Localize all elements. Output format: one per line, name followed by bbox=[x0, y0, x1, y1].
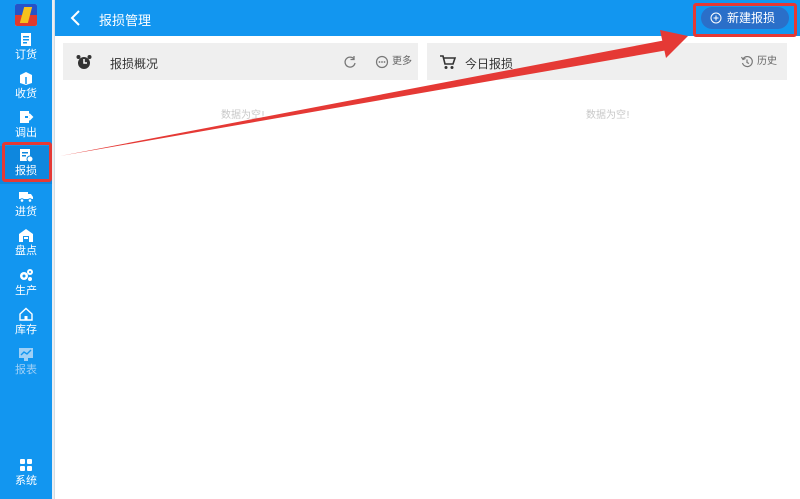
box-icon bbox=[20, 72, 32, 85]
panel-today-title: 今日报损 bbox=[465, 57, 514, 71]
sidebar-item-inventory-check[interactable]: 盘点 bbox=[0, 226, 52, 264]
page-title: 报损管理 bbox=[99, 14, 152, 29]
sidebar-item-label: 进货 bbox=[15, 205, 37, 218]
header-bar: 报损管理 新建报损 bbox=[55, 0, 800, 37]
sidebar-item-label: 订货 bbox=[15, 48, 37, 61]
export-icon bbox=[20, 111, 34, 123]
sidebar-item-report[interactable]: 报表 bbox=[0, 345, 52, 383]
main-area: 报损管理 新建报损 报损概况 更多 数据为空! 今日报损 历史 数据为空! bbox=[54, 0, 800, 499]
sidebar-item-receive[interactable]: 收货 bbox=[0, 69, 52, 107]
sidebar: 订货 收货 调出 报损 进货 盘点 生产 库存 报表 系统 bbox=[0, 0, 52, 499]
more-label: 更多 bbox=[392, 56, 412, 67]
sidebar-item-label: 生产 bbox=[15, 284, 37, 297]
panel-overview-empty: 数据为空! bbox=[221, 110, 266, 121]
sidebar-item-system[interactable]: 系统 bbox=[0, 456, 52, 494]
refresh-icon bbox=[344, 56, 356, 68]
history-icon bbox=[740, 55, 753, 68]
chart-icon bbox=[19, 348, 33, 361]
home-icon bbox=[19, 307, 33, 321]
sidebar-item-transfer-out[interactable]: 调出 bbox=[0, 108, 52, 146]
panel-today-empty: 数据为空! bbox=[586, 110, 631, 121]
sidebar-item-purchase[interactable]: 进货 bbox=[0, 187, 52, 225]
sidebar-item-production[interactable]: 生产 bbox=[0, 266, 52, 304]
history-button[interactable]: 历史 bbox=[740, 53, 780, 71]
warehouse-icon bbox=[19, 229, 33, 242]
sidebar-item-order[interactable]: 订货 bbox=[0, 30, 52, 68]
sidebar-item-label: 库存 bbox=[15, 323, 37, 336]
sidebar-item-label: 系统 bbox=[15, 474, 37, 487]
sidebar-item-label: 收货 bbox=[15, 87, 37, 100]
panel-overview-header: 报损概况 更多 bbox=[63, 43, 418, 80]
gears-icon bbox=[20, 269, 33, 281]
grid-icon bbox=[20, 459, 32, 471]
panel-today-header: 今日报损 历史 bbox=[427, 43, 787, 80]
clipboard-icon bbox=[21, 33, 31, 46]
back-arrow-icon[interactable] bbox=[67, 8, 87, 28]
sidebar-item-label: 报表 bbox=[15, 363, 37, 376]
app-logo bbox=[15, 4, 37, 26]
sidebar-item-stock[interactable]: 库存 bbox=[0, 305, 52, 343]
alarm-clock-icon bbox=[76, 55, 92, 69]
more-icon bbox=[375, 55, 389, 69]
panel-overview-title: 报损概况 bbox=[110, 57, 159, 71]
history-label: 历史 bbox=[757, 56, 777, 67]
highlight-box-new-button bbox=[693, 3, 797, 37]
more-button[interactable]: 更多 bbox=[375, 53, 415, 71]
cart-icon bbox=[440, 55, 457, 69]
sidebar-item-label: 调出 bbox=[15, 126, 37, 139]
refresh-button[interactable] bbox=[343, 53, 359, 71]
highlight-box-damage bbox=[2, 142, 52, 182]
truck-icon bbox=[19, 192, 33, 203]
sidebar-item-label: 盘点 bbox=[15, 244, 37, 257]
